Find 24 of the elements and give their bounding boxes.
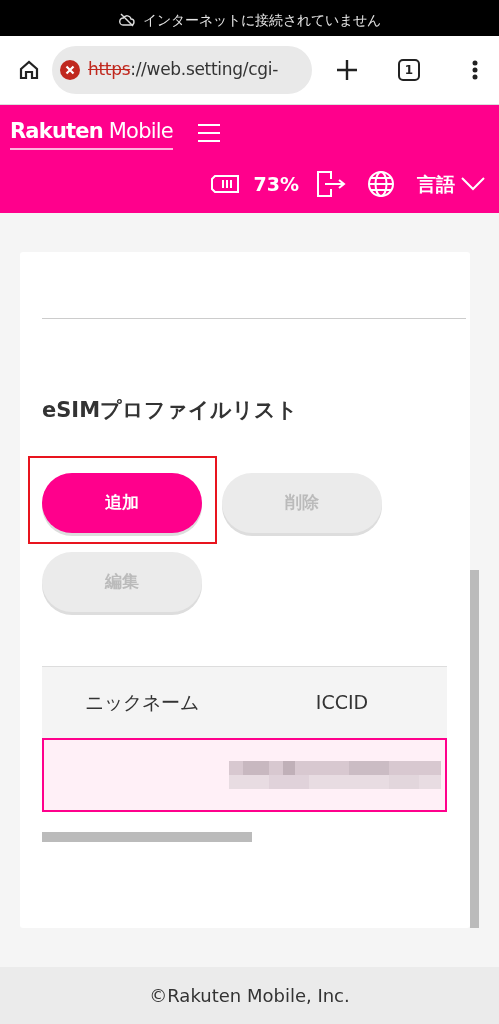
logout-icon[interactable] xyxy=(317,171,347,197)
column-header: ニックネーム xyxy=(85,689,199,715)
cloud-off-icon xyxy=(118,13,135,27)
plus-icon[interactable] xyxy=(336,59,358,81)
url-bar[interactable]: https://web.setting/cgi- xyxy=(52,46,312,94)
home-icon[interactable] xyxy=(18,59,40,81)
offline-status-text: インターネットに接続されていません xyxy=(142,10,381,30)
copyright-text: ©Rakuten Mobile, Inc. xyxy=(149,984,350,1008)
column-header: ICCID xyxy=(315,689,369,715)
vertical-scrollbar[interactable] xyxy=(470,570,479,928)
chevron-down-icon xyxy=(461,177,485,191)
url-text: https://web.setting/cgi- xyxy=(88,58,278,82)
more-icon[interactable] xyxy=(472,60,478,80)
section-title: eSIMプロファイルリスト xyxy=(42,397,300,424)
tab-count-button[interactable]: 1 xyxy=(398,59,420,81)
battery-percent: 73% xyxy=(253,171,299,197)
table-row[interactable] xyxy=(42,737,447,812)
language-dropdown[interactable]: 言語 xyxy=(417,169,485,199)
menu-icon[interactable] xyxy=(196,123,221,143)
action-button[interactable]: 追加 xyxy=(42,472,202,533)
horizontal-scrollbar[interactable] xyxy=(42,831,252,842)
logo[interactable]: Rakuten Mobile xyxy=(10,115,173,151)
battery-icon xyxy=(209,174,240,194)
globe-icon[interactable] xyxy=(367,170,395,198)
